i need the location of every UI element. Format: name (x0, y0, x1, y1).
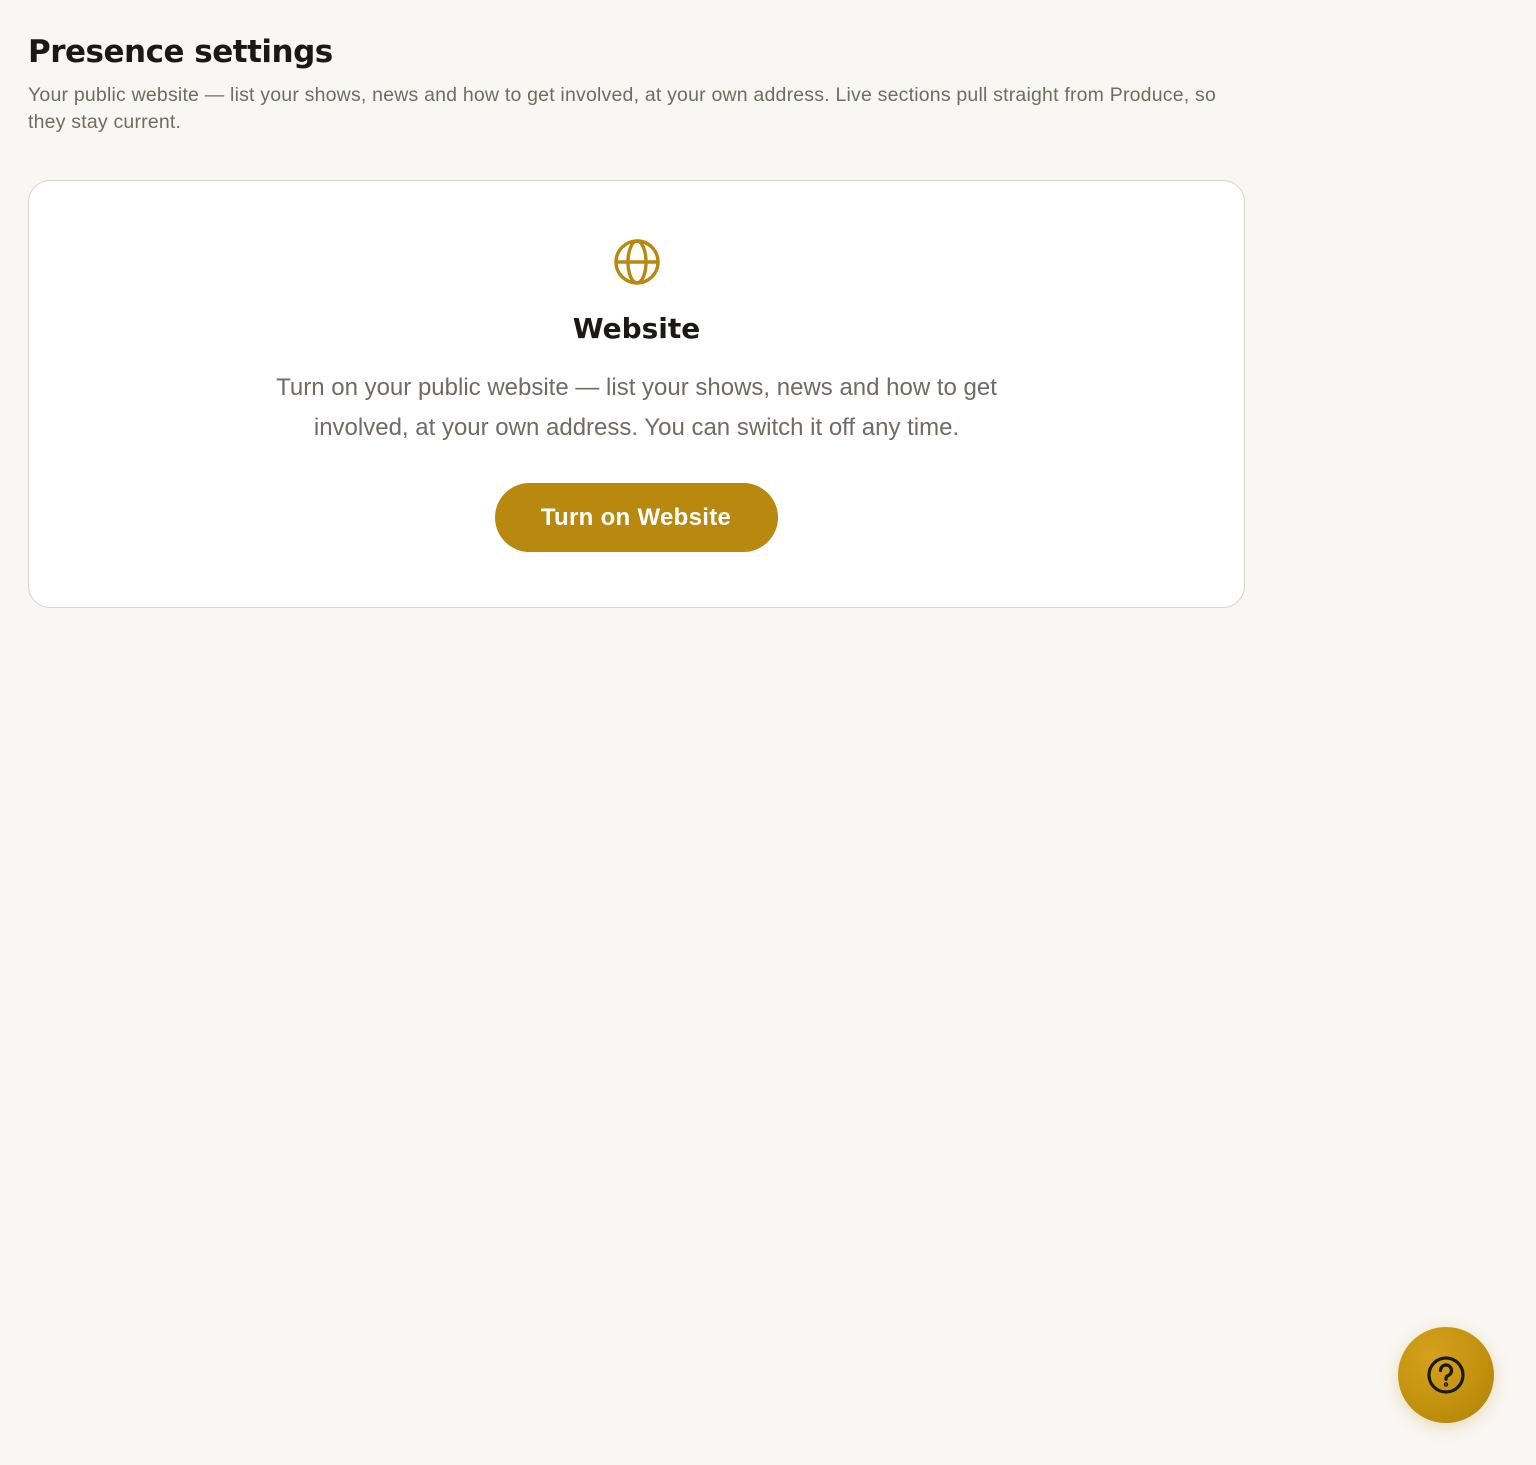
page-title: Presence settings (28, 34, 333, 70)
website-card-description: Turn on your public website — list your … (276, 374, 997, 441)
page-header: Presence settings Your public website — … (28, 30, 1238, 136)
website-card-title: Website (572, 312, 701, 345)
turn-on-website-button[interactable]: Turn on Website (494, 483, 778, 552)
help-button[interactable] (1398, 1327, 1494, 1423)
website-card: Website Turn on your public website — li… (28, 180, 1245, 608)
question-circle-icon (1427, 1356, 1465, 1394)
globe-icon (613, 239, 660, 285)
page-subtitle: Your public website — list your shows, n… (28, 84, 1217, 133)
